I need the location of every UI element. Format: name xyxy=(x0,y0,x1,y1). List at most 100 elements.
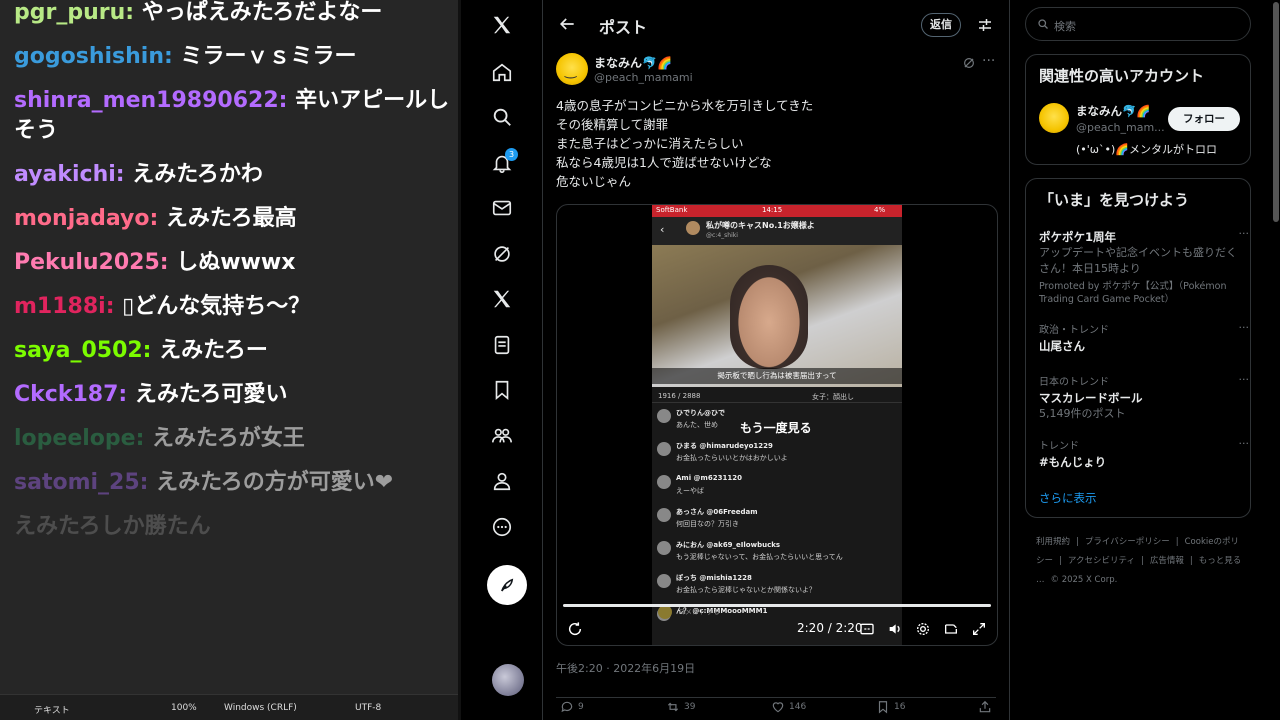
trend-more-icon[interactable]: ··· xyxy=(1239,437,1250,450)
bookmarks-icon[interactable] xyxy=(487,375,517,405)
trend-more-icon[interactable]: ··· xyxy=(1239,227,1250,240)
more-circle-icon[interactable] xyxy=(487,512,517,542)
picture-in-picture-icon[interactable] xyxy=(943,621,959,637)
settings-sliders-icon[interactable] xyxy=(976,16,994,34)
scrollbar-thumb[interactable] xyxy=(1273,2,1279,222)
comment-text: えーやば xyxy=(676,487,704,495)
reply-action[interactable]: 9 xyxy=(560,700,584,714)
feather-icon xyxy=(501,578,514,592)
main-column: ポスト 返信 まなみん🐬🌈 @peach_mamami ··· 4歳の息子がコン… xyxy=(542,0,1010,720)
back-arrow-icon[interactable] xyxy=(557,14,577,34)
post-timestamp[interactable]: 午後2:20 · 2022年6月19日 xyxy=(556,660,695,676)
author-name[interactable]: まなみん🐬🌈 xyxy=(594,54,672,71)
trend-more-icon[interactable]: ··· xyxy=(1239,321,1250,334)
fullscreen-icon[interactable] xyxy=(971,621,987,637)
post-video[interactable]: SoftBank 14:15 4% ‹ 私が噂のキャスNo.1お嬢様よ @c:4… xyxy=(556,204,998,646)
grok-icon[interactable] xyxy=(487,239,517,269)
comment-text: お金払ったら泥棒じゃないとか関係ないよ？ xyxy=(676,586,816,594)
status-mode: テキスト xyxy=(34,706,70,716)
compose-post-button[interactable] xyxy=(487,565,527,605)
search-icon[interactable] xyxy=(487,102,517,132)
post-text-line: 4歳の息子がコンビニから水を万引きしてきた xyxy=(556,98,814,113)
post-text-line: その後精算して謝罪 xyxy=(556,117,669,132)
footer-separator: | xyxy=(1175,537,1179,547)
commenter-name: あっさん @06Freedam xyxy=(676,508,758,516)
video-progress-bar[interactable] xyxy=(563,604,991,607)
footer-separator: | xyxy=(1140,556,1144,566)
video-controls: 2:20 / 2:20 xyxy=(557,615,997,645)
suggested-account-avatar[interactable] xyxy=(1039,103,1069,133)
chat-message: saya_0502: えみたろー xyxy=(14,336,450,366)
replay-icon[interactable] xyxy=(567,621,583,637)
profile-icon[interactable] xyxy=(487,466,517,496)
communities-icon[interactable] xyxy=(487,421,517,451)
search-input[interactable]: 検索 xyxy=(1025,7,1251,41)
share-action[interactable] xyxy=(978,700,992,714)
suggested-account-handle[interactable]: @peach_mam... xyxy=(1076,121,1165,134)
chat-username: ayakichi: xyxy=(14,162,133,187)
related-accounts-title: 関連性の高いアカウント xyxy=(1039,67,1205,85)
status-encoding[interactable]: UTF-8 xyxy=(355,703,381,713)
home-icon[interactable] xyxy=(487,57,517,87)
suggested-account-name[interactable]: まなみん🐬🌈 xyxy=(1076,103,1151,119)
settings-gear-icon[interactable] xyxy=(915,621,931,637)
post-text-line: 危ないじゃん xyxy=(556,174,632,189)
notifications-icon[interactable]: 3 xyxy=(487,148,518,178)
follow-button[interactable]: フォロー xyxy=(1168,107,1240,131)
footer-link[interactable]: アクセシビリティ xyxy=(1068,556,1135,566)
status-line-ending[interactable]: Windows (CRLF) xyxy=(224,703,297,713)
streamer-face xyxy=(730,265,808,369)
x-logo-icon[interactable] xyxy=(487,10,517,40)
commenter-name: ぽっち @mishia1228 xyxy=(676,574,752,582)
chat-username: saya_0502: xyxy=(14,338,160,363)
footer-link[interactable]: 広告情報 xyxy=(1150,556,1184,566)
trend-item[interactable]: トレンド #もんじょり ··· xyxy=(1039,437,1249,470)
premium-x-icon[interactable] xyxy=(487,284,517,314)
like-action[interactable]: 146 xyxy=(771,700,806,714)
volume-icon[interactable] xyxy=(887,621,903,637)
commenter-name: ひでりん@ひで xyxy=(676,409,725,417)
show-more-link[interactable]: さらに表示 xyxy=(1039,490,1097,506)
footer-link[interactable]: © 2025 X Corp. xyxy=(1051,575,1118,585)
comment-text: あんた、世め xyxy=(676,421,718,429)
trend-name: マスカレードボール xyxy=(1039,391,1143,405)
chat-username: Pekulu2025: xyxy=(14,250,177,275)
lists-icon[interactable] xyxy=(487,330,517,360)
video-time: 2:20 / 2:20 xyxy=(797,621,863,635)
account-avatar[interactable] xyxy=(492,664,524,696)
chat-text: えみたろかわ xyxy=(132,162,263,187)
stream-comment: みにおん @ak69_eIlowbucks もう泥棒じゃないって、お金払ったらいい… xyxy=(652,537,902,570)
comment-text: 何回目なの？万引き xyxy=(676,520,739,528)
trend-item[interactable]: 日本のトレンド マスカレードボール 5,149件のポスト ··· xyxy=(1039,373,1249,422)
messages-icon[interactable] xyxy=(487,193,517,223)
comment-text: お金払ったらいいとかはおかしいよ xyxy=(676,454,788,462)
author-avatar[interactable] xyxy=(556,53,588,85)
chat-text: ミラーｖｓミラー xyxy=(180,44,357,69)
trend-category: トレンド xyxy=(1039,441,1079,452)
scrollbar[interactable] xyxy=(1272,0,1280,720)
trend-item[interactable]: ポケポケ1周年 アップデートや記念イベントも盛りだくさん！本日15時より Promo… xyxy=(1039,227,1249,306)
commenter-avatar xyxy=(657,541,671,555)
footer-separator: | xyxy=(1189,556,1193,566)
chat-username: lopeelope: xyxy=(14,426,153,451)
author-handle[interactable]: @peach_mamami xyxy=(594,71,693,84)
trend-more-icon[interactable]: ··· xyxy=(1239,373,1250,386)
streamer-avatar xyxy=(686,221,700,235)
chat-username: shinra_men19890622: xyxy=(14,88,296,113)
grok-explain-icon[interactable] xyxy=(962,56,976,70)
footer-link[interactable]: 利用規約 xyxy=(1036,537,1070,547)
more-options-icon[interactable]: ··· xyxy=(982,53,995,69)
repost-action[interactable]: 39 xyxy=(666,700,695,714)
status-zoom[interactable]: 100% xyxy=(171,703,197,713)
stream-title: 私が噂のキャスNo.1お嬢様よ xyxy=(706,221,815,230)
viewer-count: 1916 / 2888 xyxy=(658,392,701,400)
trend-item[interactable]: 政治・トレンド 山尾さん ··· xyxy=(1039,321,1249,354)
footer-link[interactable]: プライバシーポリシー xyxy=(1085,537,1170,547)
replay-button[interactable]: もう一度見る xyxy=(740,419,812,436)
chat-username: m1188i: xyxy=(14,294,123,319)
reply-sort-button[interactable]: 返信 xyxy=(921,13,961,37)
captions-icon[interactable] xyxy=(859,621,875,637)
bookmark-action[interactable]: 16 xyxy=(876,700,905,714)
stream-video: 掲示板で晒し行為は被害届出すって xyxy=(652,245,902,387)
chat-message: えみたろしか勝たん xyxy=(14,512,450,542)
